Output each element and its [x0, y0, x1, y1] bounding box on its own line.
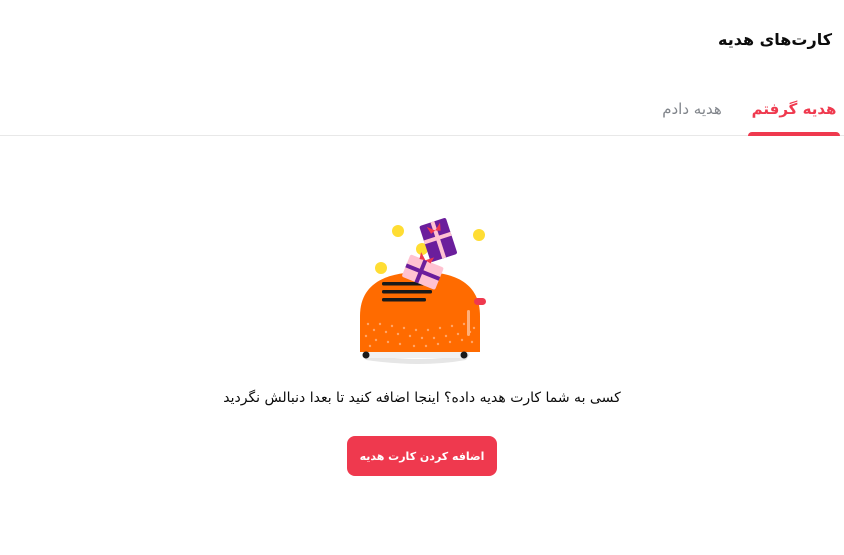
coin-icon	[392, 225, 404, 237]
tab-received[interactable]: هدیه گرفتم	[748, 92, 840, 136]
coin-icon	[473, 229, 485, 241]
purple-gift-icon	[419, 218, 457, 262]
tab-given-label: هدیه دادم	[662, 100, 722, 118]
active-tab-indicator	[748, 132, 840, 136]
gift-piggy-bank-icon	[352, 212, 494, 372]
gift-cards-page: کارت‌های هدیه هدیه گرفتم هدیه دادم	[0, 0, 844, 555]
empty-state-message: کسی به شما کارت هدیه داده؟ اینجا اضافه ک…	[223, 390, 621, 406]
page-title: کارت‌های هدیه	[718, 30, 832, 49]
tab-given[interactable]: هدیه دادم	[656, 92, 728, 135]
coin-icon	[375, 262, 387, 274]
tabs-bar: هدیه گرفتم هدیه دادم	[0, 92, 844, 136]
tab-received-label: هدیه گرفتم	[751, 100, 837, 118]
add-gift-card-button[interactable]: اضافه کردن کارت هدیه	[347, 436, 497, 476]
